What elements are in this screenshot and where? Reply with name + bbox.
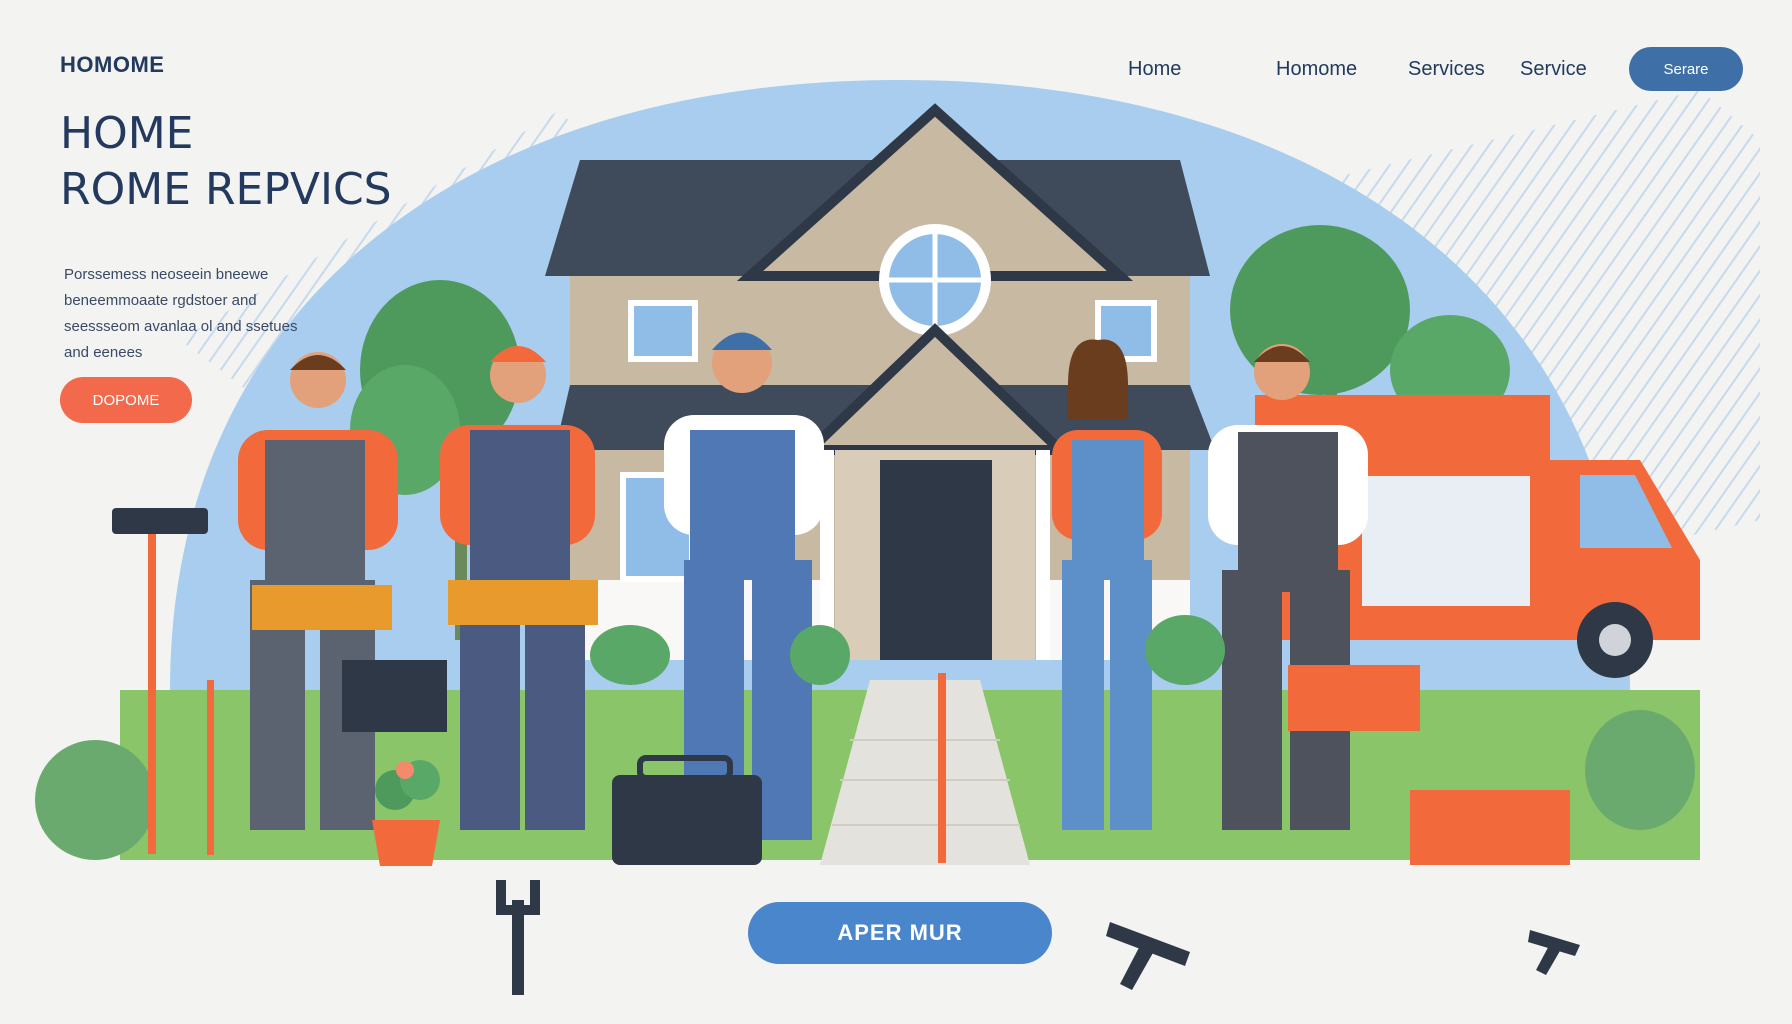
nav-link-homome[interactable]: Homome bbox=[1276, 58, 1357, 81]
nav-link-service[interactable]: Service bbox=[1520, 58, 1587, 81]
hero-description: Porssemess neoseein bneewe beneemmoaate … bbox=[64, 266, 298, 361]
nav-link-services[interactable]: Services bbox=[1408, 58, 1485, 81]
hero-cta-button[interactable]: DOPOME bbox=[60, 377, 192, 423]
bottom-cta-button[interactable]: APER MUR bbox=[748, 902, 1052, 964]
wrench-icon bbox=[496, 880, 540, 995]
hero-title-line-1: HOME bbox=[60, 108, 194, 159]
hammer-icon bbox=[1106, 922, 1580, 990]
hero-title: HOME ROME REPVICS bbox=[60, 106, 392, 218]
hero-title-line-2: ROME REPVICS bbox=[60, 164, 392, 215]
landing-page: HOMOME Home Homome Services Service Sera… bbox=[0, 0, 1792, 1024]
nav-link-home[interactable]: Home bbox=[1128, 58, 1181, 81]
main-nav: Home Homome Services Service bbox=[0, 48, 1792, 88]
header-cta-button[interactable]: Serare bbox=[1629, 47, 1743, 91]
